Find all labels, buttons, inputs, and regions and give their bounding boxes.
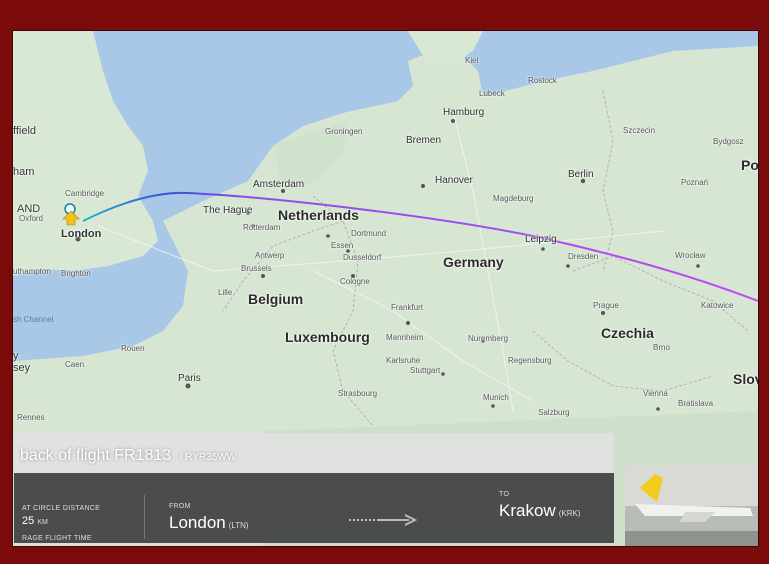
label-cambridge: Cambridge <box>65 189 105 198</box>
label-lubeck: Lubeck <box>479 89 505 98</box>
label-netherlands: Netherlands <box>278 207 359 223</box>
label-london: London <box>61 228 102 240</box>
label-dresden: Dresden <box>568 252 599 261</box>
label-berlin: Berlin <box>568 169 594 180</box>
flight-title-bar: back of flight FR1813 / RYR35WW <box>14 433 614 473</box>
label-brussels: Brussels <box>241 264 272 273</box>
label-brno: Brno <box>653 343 670 352</box>
label-strasbourg: Strasbourg <box>338 389 378 398</box>
label-karlsruhe: Karlsruhe <box>386 356 421 365</box>
label-bremen: Bremen <box>406 135 442 146</box>
label-nuremberg: Nuremberg <box>468 334 509 343</box>
aircraft-registration: / RYR35WW <box>179 452 237 463</box>
distance-label: AT CIRCLE DISTANCE <box>22 505 101 512</box>
flight-title: back of flight FR1813 / RYR35WW <box>20 447 236 465</box>
panel-divider <box>144 495 145 539</box>
label-vienna: Vienna <box>643 389 668 398</box>
flight-info-panel: AT CIRCLE DISTANCE 25 KM RAGE FLIGHT TIM… <box>14 473 614 543</box>
label-poznan: Poznań <box>681 178 709 187</box>
label-prague: Prague <box>593 301 619 310</box>
label-bratislava: Bratislava <box>678 399 714 408</box>
label-czechia: Czechia <box>601 325 654 341</box>
from-city: London <box>169 513 226 532</box>
label-lille: Lille <box>218 288 233 297</box>
from-code: (LTN) <box>228 521 249 530</box>
label-jersey: sey <box>13 362 31 374</box>
label-leipzig: Leipzig <box>525 234 557 245</box>
label-luxembourg: Luxembourg <box>285 329 370 345</box>
label-slovakia: Slov <box>733 371 758 387</box>
flight-time-label: RAGE FLIGHT TIME <box>22 535 92 542</box>
from-label: FROM <box>169 503 191 510</box>
label-salzburg: Salzburg <box>538 408 570 417</box>
aircraft-illustration <box>625 466 758 546</box>
to-city: Krakow <box>499 501 556 520</box>
label-rotterdam: Rotterdam <box>243 223 281 232</box>
label-mannheim: Mannheim <box>386 333 424 342</box>
label-channel: sh Channel <box>13 315 54 324</box>
from-airport[interactable]: London (LTN) <box>169 513 249 533</box>
label-cologne: Cologne <box>340 277 370 286</box>
label-bydgoszcz: Bydgosz <box>713 137 744 146</box>
flight-title-text: back of flight FR1813 <box>20 447 172 464</box>
label-caen: Caen <box>65 360 85 369</box>
to-code: (KRK) <box>558 509 581 518</box>
label-frankfurt: Frankfurt <box>391 303 424 312</box>
distance-value: 25 <box>22 515 35 527</box>
distance-unit: KM <box>37 519 48 526</box>
route-arrow-icon <box>349 513 419 532</box>
label-sheffield: ffield <box>13 125 37 137</box>
label-wroclaw: Wrocław <box>675 251 706 260</box>
label-antwerp: Antwerp <box>255 251 285 260</box>
label-munich: Munich <box>483 393 509 402</box>
label-southampton: uthampton <box>13 267 51 276</box>
label-amsterdam: Amsterdam <box>253 179 305 190</box>
label-hague: The Hague <box>203 205 253 216</box>
label-groningen: Groningen <box>325 127 363 136</box>
label-rostock: Rostock <box>528 76 557 85</box>
to-airport[interactable]: Krakow (KRK) <box>499 501 580 521</box>
label-oxford: Oxford <box>19 214 44 223</box>
distance-value-row: 25 KM <box>22 515 48 527</box>
label-magdeburg: Magdeburg <box>493 194 534 203</box>
label-katowice: Katowice <box>701 301 734 310</box>
label-hanover: Hanover <box>435 175 473 186</box>
label-kiel: Kiel <box>465 56 479 65</box>
label-stuttgart: Stuttgart <box>410 366 441 375</box>
label-dortmund: Dortmund <box>351 229 387 238</box>
label-y: y <box>13 350 19 362</box>
label-nham: ham <box>13 166 35 178</box>
label-szczecin: Szczecin <box>623 126 656 135</box>
aircraft-photo <box>625 466 758 546</box>
label-regensburg: Regensburg <box>508 356 552 365</box>
label-paris: Paris <box>178 373 201 384</box>
label-hamburg: Hamburg <box>443 107 485 118</box>
label-rouen: Rouen <box>121 344 145 353</box>
label-dusseldorf: Dusseldorf <box>343 253 382 262</box>
label-essen: Essen <box>331 241 354 250</box>
label-poland: Po <box>741 157 759 173</box>
to-label: TO <box>499 491 510 498</box>
label-brighton: Brighton <box>61 269 91 278</box>
label-germany: Germany <box>443 254 504 270</box>
label-rennes: Rennes <box>17 413 45 422</box>
label-belgium: Belgium <box>248 291 304 307</box>
